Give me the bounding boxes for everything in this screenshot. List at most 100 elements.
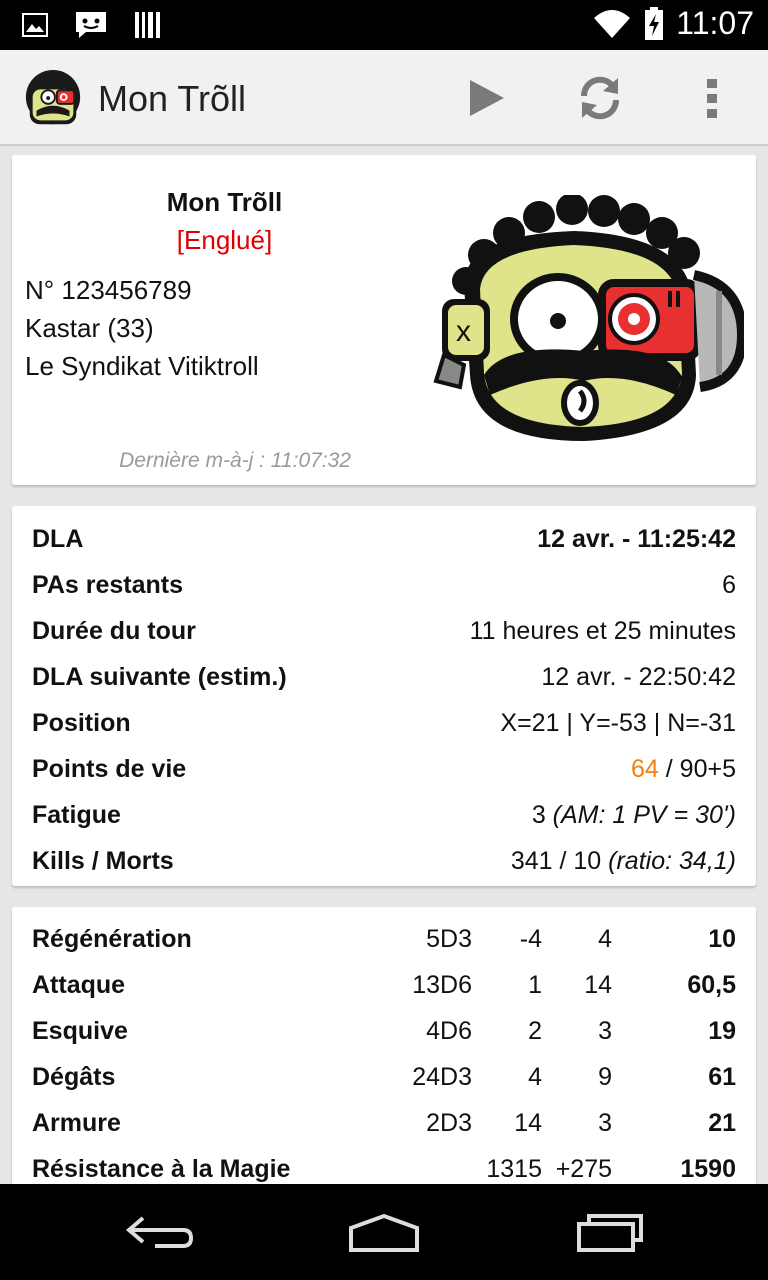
back-button[interactable] <box>110 1202 210 1262</box>
wifi-icon <box>594 9 631 38</box>
char-bonus1: 2 <box>528 1017 542 1045</box>
kills-note: (ratio: 34,1) <box>608 846 736 875</box>
position-value: X=21 | Y=-53 | N=-31 <box>500 708 736 737</box>
clock: 11:07 <box>676 5 754 41</box>
fatigue-row: Fatigue 3 (AM: 1 PV = 30') <box>32 792 736 838</box>
char-bonus1: 1 <box>528 971 542 999</box>
scroll-content[interactable]: Mon Trõll [Englué] N° 123456789 Kastar (… <box>0 148 768 1184</box>
char-bonus1: 1315 <box>486 1155 542 1183</box>
profile-card: Mon Trõll [Englué] N° 123456789 Kastar (… <box>12 155 756 485</box>
characteristic-row: Dégâts 24D3 4 9 61 <box>32 1053 736 1099</box>
navigation-bar <box>0 1184 768 1280</box>
pv-max: / 90+5 <box>658 754 736 783</box>
char-label: Attaque <box>32 971 126 999</box>
dla-next-label: DLA suivante (estim.) <box>32 662 287 691</box>
char-total: 60,5 <box>687 971 736 999</box>
action-bar: Mon Trõll <box>0 50 768 146</box>
kills-row: Kills / Morts 341 / 10 (ratio: 34,1) <box>32 838 736 884</box>
recent-apps-button[interactable] <box>560 1202 660 1262</box>
troll-name: Mon Trõll <box>166 187 283 217</box>
char-total: 10 <box>708 925 736 953</box>
more-vert-icon <box>707 79 717 118</box>
duree-value: 11 heures et 25 minutes <box>469 616 736 645</box>
char-dice: 2D3 <box>426 1109 472 1137</box>
play-icon <box>470 80 504 116</box>
troll-race: Kastar (33) <box>25 313 154 343</box>
char-bonus1: 14 <box>514 1109 542 1137</box>
kills-value: 341 / 10 (ratio: 34,1) <box>511 847 736 876</box>
char-dice: 5D3 <box>426 925 472 953</box>
refresh-icon <box>580 76 620 120</box>
dla-next-value: 12 avr. - 22:50:42 <box>541 662 736 691</box>
refresh-button[interactable] <box>572 70 628 126</box>
char-bonus2: 14 <box>584 971 612 999</box>
fatigue-number: 3 <box>531 800 553 829</box>
char-total: 21 <box>708 1109 736 1137</box>
gallery-notification-icon <box>22 13 48 37</box>
char-bonus2: 9 <box>598 1063 612 1091</box>
pv-current: 64 <box>631 754 659 783</box>
char-label: Résistance à la Magie <box>32 1155 291 1183</box>
characteristic-row: Armure 2D3 14 3 21 <box>32 1099 736 1145</box>
pa-value: 6 <box>722 570 736 599</box>
characteristic-row: Régénération 5D3 -4 4 10 <box>32 915 736 961</box>
characteristic-row: Résistance à la Magie 1315 +275 1590 <box>32 1145 736 1184</box>
position-row: Position X=21 | Y=-53 | N=-31 <box>32 700 736 746</box>
recent-apps-icon <box>577 1214 643 1252</box>
last-update: Dernière m-à-j : 11:07:32 <box>119 449 351 472</box>
troll-number: N° 123456789 <box>25 275 192 305</box>
char-total: 1590 <box>680 1155 736 1183</box>
pa-row: PAs restants 6 <box>32 562 736 608</box>
overflow-menu-button[interactable] <box>684 70 740 126</box>
char-bonus2: 3 <box>598 1017 612 1045</box>
char-bonus2: +275 <box>555 1155 612 1183</box>
kills-label: Kills / Morts <box>32 846 174 875</box>
characteristic-row: Esquive 4D6 2 3 19 <box>32 1007 736 1053</box>
char-dice: 4D6 <box>426 1017 472 1045</box>
svg-text:x: x <box>456 315 471 348</box>
characteristic-row: Attaque 13D6 1 14 60,5 <box>32 961 736 1007</box>
status-bar: 11:07 <box>0 0 768 50</box>
back-icon <box>125 1216 194 1248</box>
char-label: Dégâts <box>32 1063 116 1091</box>
play-button[interactable] <box>458 70 514 126</box>
troll-guild: Le Syndikat Vitiktroll <box>25 351 259 381</box>
dla-next-row: DLA suivante (estim.) 12 avr. - 22:50:42 <box>32 654 736 700</box>
duree-label: Durée du tour <box>32 616 196 645</box>
char-label: Esquive <box>32 1017 128 1045</box>
char-total: 19 <box>708 1017 736 1045</box>
char-bonus2: 4 <box>598 925 612 953</box>
char-bonus2: 3 <box>598 1109 612 1137</box>
pv-value: 64 / 90+5 <box>631 755 736 784</box>
fatigue-label: Fatigue <box>32 800 121 829</box>
fatigue-value: 3 (AM: 1 PV = 30') <box>532 801 736 830</box>
pa-label: PAs restants <box>32 570 183 599</box>
char-bonus1: 4 <box>528 1063 542 1091</box>
app-logo-icon[interactable] <box>22 68 84 130</box>
characteristics-card: Régénération 5D3 -4 4 10 Attaque 13D6 1 … <box>12 907 756 1184</box>
char-label: Armure <box>32 1109 121 1137</box>
char-dice: 24D3 <box>412 1063 472 1091</box>
char-total: 61 <box>708 1063 736 1091</box>
chat-notification-icon <box>76 12 106 38</box>
pv-row: Points de vie 64 / 90+5 <box>32 746 736 792</box>
char-label: Régénération <box>32 925 192 953</box>
char-dice: 13D6 <box>412 971 472 999</box>
duree-row: Durée du tour 11 heures et 25 minutes <box>32 608 736 654</box>
troll-status: [Englué] <box>176 225 273 255</box>
app-title: Mon Trõll <box>98 78 247 119</box>
dla-value: 12 avr. - 11:25:42 <box>537 524 736 553</box>
char-bonus1: -4 <box>519 925 542 953</box>
barcode-notification-icon <box>135 12 160 38</box>
turn-info-card: DLA 12 avr. - 11:25:42 PAs restants 6 Du… <box>12 506 756 886</box>
home-button[interactable] <box>334 1202 434 1262</box>
troll-avatar: x <box>433 195 744 441</box>
kills-number: 341 / 10 <box>510 846 609 875</box>
fatigue-note: (AM: 1 PV = 30') <box>552 800 736 829</box>
dla-label: DLA <box>32 524 84 553</box>
dla-row: DLA 12 avr. - 11:25:42 <box>32 516 736 562</box>
battery-charging-icon <box>645 6 664 40</box>
home-icon <box>349 1213 419 1252</box>
position-label: Position <box>32 708 131 737</box>
pv-label: Points de vie <box>32 754 187 783</box>
